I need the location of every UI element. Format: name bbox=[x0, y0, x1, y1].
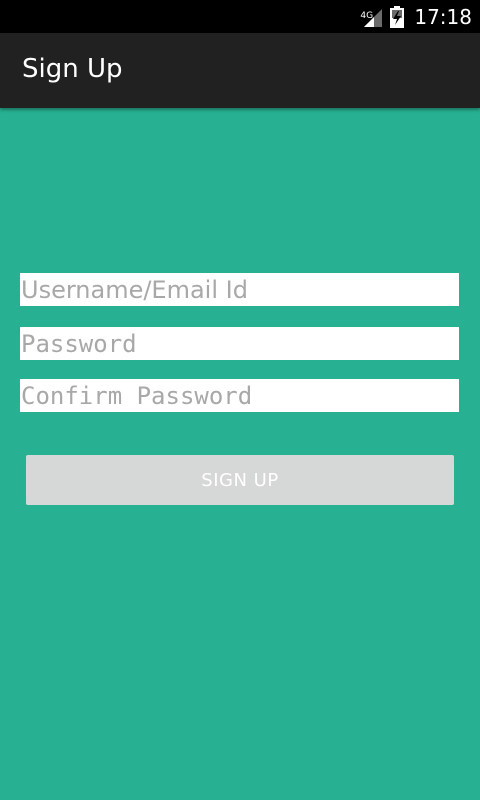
sign-up-button[interactable]: SIGN UP bbox=[26, 455, 454, 505]
sign-up-screen: 4G 17:18 Sign Up SIGN UP bbox=[0, 0, 480, 800]
username-email-field[interactable] bbox=[20, 273, 459, 306]
confirm-password-field[interactable] bbox=[20, 379, 459, 412]
signal-icon: 4G bbox=[360, 6, 384, 28]
network-type-label: 4G bbox=[360, 10, 374, 21]
status-bar: 4G 17:18 bbox=[0, 0, 480, 33]
action-bar: Sign Up bbox=[0, 33, 480, 108]
status-clock: 17:18 bbox=[414, 4, 472, 29]
status-icons: 4G 17:18 bbox=[360, 0, 472, 33]
page-title: Sign Up bbox=[22, 54, 123, 84]
battery-charging-icon bbox=[390, 5, 405, 28]
password-field[interactable] bbox=[20, 327, 459, 360]
